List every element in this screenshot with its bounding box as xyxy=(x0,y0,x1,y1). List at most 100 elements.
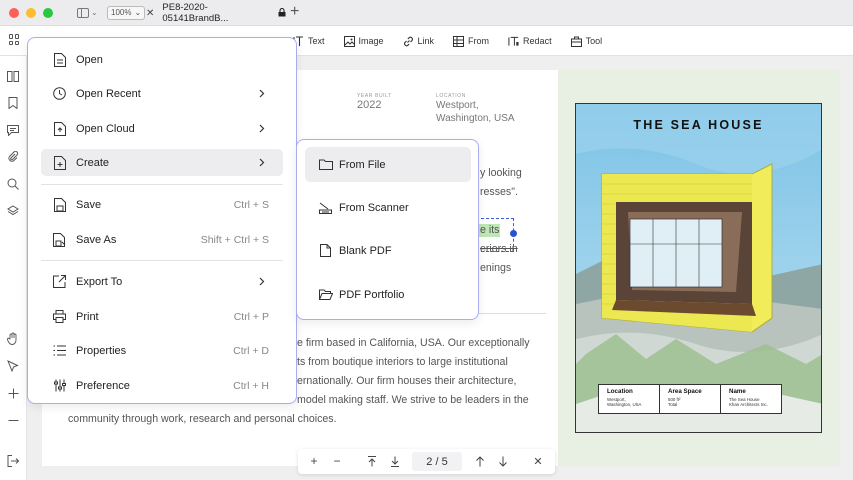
maximize-window-button[interactable] xyxy=(43,7,53,18)
close-window-button[interactable] xyxy=(9,7,19,18)
submenu-item-blank-pdf[interactable]: Blank PDF xyxy=(305,233,471,268)
bookmark-icon[interactable] xyxy=(6,96,20,110)
redact-tool-label: Redact xyxy=(523,36,552,46)
paragraph-line: ts from boutique interiors to large inst… xyxy=(297,356,508,368)
menu-divider xyxy=(41,184,283,185)
location-value-1: Westport, xyxy=(436,100,479,111)
attachment-icon[interactable] xyxy=(6,150,20,164)
menu-item-label: Save xyxy=(76,198,102,211)
new-file-icon xyxy=(52,155,67,170)
image-tool-label: Image xyxy=(358,36,384,46)
menu-item-preference[interactable]: Preference Ctrl + H xyxy=(41,372,283,399)
left-sidebar xyxy=(0,56,27,480)
exit-icon[interactable] xyxy=(6,454,20,468)
file-menu: Open Open Recent Open Cloud Create Save … xyxy=(27,37,297,404)
toolbox-icon xyxy=(570,36,582,47)
link-icon xyxy=(403,36,414,47)
zoom-in-icon[interactable] xyxy=(6,386,20,400)
link-tool-button[interactable]: Link xyxy=(403,36,435,47)
tab-close-icon[interactable]: ✕ xyxy=(146,8,154,19)
hand-icon[interactable] xyxy=(6,331,20,345)
minimize-window-button[interactable] xyxy=(26,7,36,18)
export-icon xyxy=(52,274,67,289)
poster-image: THE SEA HOUSE Location Westport, Washing… xyxy=(575,103,822,433)
poster-info-table: Location Westport, Washington, USA Area … xyxy=(598,384,782,414)
menu-item-export-to[interactable]: Export To xyxy=(41,268,283,295)
blank-file-icon xyxy=(318,243,333,258)
previous-page-icon[interactable] xyxy=(473,454,487,468)
info-value: Washington, USA xyxy=(607,402,642,408)
page-indicator[interactable]: 2 / 5 xyxy=(412,452,462,471)
close-navbar-button[interactable]: ✕ xyxy=(531,454,545,468)
redact-icon xyxy=(508,36,519,47)
menu-item-open-cloud[interactable]: Open Cloud xyxy=(41,115,283,142)
new-tab-button[interactable]: + xyxy=(290,3,299,21)
window-controls xyxy=(9,7,53,18)
menu-item-print[interactable]: Print Ctrl + P xyxy=(41,303,283,330)
table-icon xyxy=(453,35,465,47)
chevron-right-icon xyxy=(257,275,267,287)
comment-icon[interactable] xyxy=(6,123,20,137)
info-location: Location Westport, Washington, USA xyxy=(599,385,660,413)
form-tool-label: From xyxy=(468,36,490,46)
info-value: Total xyxy=(668,402,678,408)
search-icon[interactable] xyxy=(6,177,20,191)
zoom-out-icon[interactable] xyxy=(6,413,20,427)
menu-item-label: Open Cloud xyxy=(76,122,135,135)
scanner-icon xyxy=(318,200,333,215)
info-area: Area Space 500 ft² Total xyxy=(660,385,721,413)
paragraph-line: model making staff. We strive to be lead… xyxy=(297,394,529,406)
file-icon xyxy=(52,52,67,67)
text-tool-label: Text xyxy=(308,36,325,46)
menu-item-label: Export To xyxy=(76,275,123,288)
next-page-icon[interactable] xyxy=(496,454,510,468)
submenu-item-label: From File xyxy=(339,158,386,171)
form-tool-button[interactable]: From xyxy=(453,35,490,47)
chevron-right-icon xyxy=(257,87,267,99)
last-page-icon[interactable] xyxy=(388,454,402,468)
info-value: Khan Architects Inc. xyxy=(729,402,768,408)
zoom-in-button[interactable]: + xyxy=(307,454,321,468)
menu-item-save[interactable]: Save Ctrl + S xyxy=(41,191,283,218)
menu-item-properties[interactable]: Properties Ctrl + D xyxy=(41,337,283,364)
info-heading: Name xyxy=(729,388,746,395)
paragraph-line: ernationally. Our firm houses their arch… xyxy=(297,375,517,387)
tool-button[interactable]: Tool xyxy=(570,36,602,47)
apps-grid-icon[interactable] xyxy=(9,34,20,45)
image-tool-button[interactable]: Image xyxy=(343,35,384,47)
link-tool-label: Link xyxy=(417,36,435,46)
text-tool-button[interactable]: Text xyxy=(293,35,325,47)
sidebar-toggle-button[interactable]: ⌄ xyxy=(77,6,99,20)
layers-icon[interactable] xyxy=(6,204,20,218)
submenu-item-from-file[interactable]: From File xyxy=(305,147,471,182)
divider xyxy=(470,313,546,314)
location-value-2: Washington, USA xyxy=(436,113,515,124)
menu-item-open[interactable]: Open xyxy=(41,46,283,73)
select-cursor-icon[interactable] xyxy=(6,359,20,373)
menu-item-save-as[interactable]: Save As Shift + Ctrl + S xyxy=(41,226,283,253)
first-page-icon[interactable] xyxy=(365,454,379,468)
selection-handle[interactable] xyxy=(510,230,517,237)
redact-tool-button[interactable]: Redact xyxy=(508,36,552,47)
paragraph-line: community through work, research and per… xyxy=(68,413,337,425)
image-icon xyxy=(343,35,355,47)
open-folder-icon xyxy=(318,287,333,302)
document-tab[interactable]: ✕ PE8-2020-05141BrandB... xyxy=(138,0,286,26)
chevron-down-icon: ⌄ xyxy=(91,8,98,17)
thumbnails-icon[interactable] xyxy=(6,69,20,83)
page-navigation-bar: + − 2 / 5 ✕ xyxy=(298,449,555,474)
menu-item-label: Open xyxy=(76,53,103,66)
submenu-item-pdf-portfolio[interactable]: PDF Portfolio xyxy=(305,277,471,312)
menu-item-label: Print xyxy=(76,310,99,323)
menu-item-open-recent[interactable]: Open Recent xyxy=(41,80,283,107)
menu-item-label: Save As xyxy=(76,233,117,246)
zoom-out-button[interactable]: − xyxy=(330,454,344,468)
menu-shortcut: Ctrl + D xyxy=(233,344,269,357)
selection-box[interactable] xyxy=(476,218,514,252)
chevron-right-icon xyxy=(257,156,267,168)
menu-item-label: Open Recent xyxy=(76,87,141,100)
menu-item-create[interactable]: Create xyxy=(41,149,283,176)
submenu-item-from-scanner[interactable]: From Scanner xyxy=(305,190,471,225)
zoom-value: 100% xyxy=(111,8,132,17)
save-as-icon xyxy=(52,232,67,247)
